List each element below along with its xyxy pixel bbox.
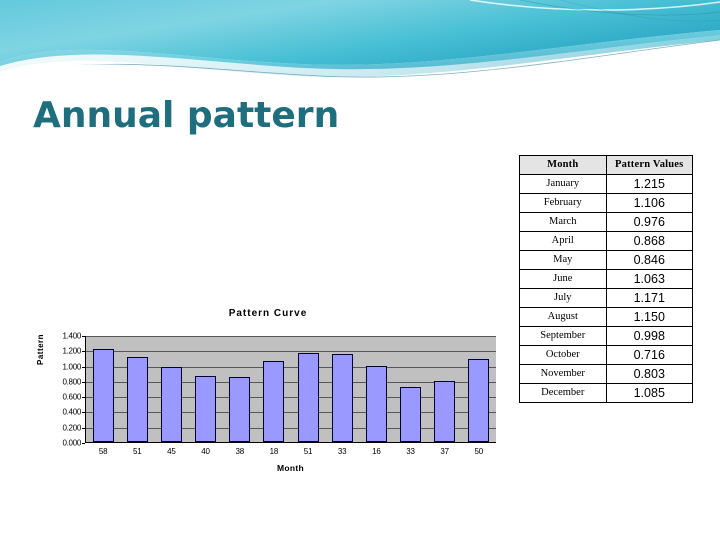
chart-bar	[126, 357, 148, 442]
table-row: August 1.150	[519, 307, 693, 327]
cell-month: June	[519, 269, 607, 289]
table-row: February 1.106	[519, 193, 693, 213]
chart-y-tick-label: 0.000	[62, 438, 81, 448]
chart-x-tick-label: 50	[474, 447, 484, 456]
cell-month: March	[519, 212, 607, 232]
chart-bar	[160, 367, 182, 442]
chart-bar	[434, 380, 456, 442]
cell-pattern-value: 1.106	[605, 193, 693, 213]
table-row: December 1.085	[519, 383, 693, 403]
pattern-curve-chart: Pattern Curve Pattern 1.400 1.200 1.000 0.8…	[30, 303, 506, 488]
column-header-month: Month	[519, 155, 607, 175]
cell-pattern-value: 1.150	[605, 307, 693, 327]
chart-bar	[92, 349, 114, 442]
cell-pattern-value: 0.803	[605, 364, 693, 384]
chart-bar	[331, 354, 353, 442]
table-row: June 1.063	[519, 269, 693, 289]
cell-pattern-value: 0.998	[605, 326, 693, 346]
chart-y-tick-label: 0.200	[62, 423, 81, 433]
cell-pattern-value: 0.868	[605, 231, 693, 251]
cell-month: December	[519, 383, 607, 403]
chart-y-tick-label: 0.600	[62, 392, 81, 402]
chart-y-tick-label: 1.200	[62, 346, 81, 356]
table-row: October 0.716	[519, 345, 693, 365]
cell-pattern-value: 1.063	[605, 269, 693, 289]
cell-month: February	[519, 193, 607, 213]
chart-x-tick-label: 51	[132, 447, 142, 456]
chart-x-tick-label: 40	[201, 447, 210, 456]
table-header-row: Month Pattern Values	[519, 155, 693, 175]
cell-month: November	[519, 364, 607, 384]
chart-y-tick-mark	[82, 412, 85, 414]
cell-pattern-value: 1.171	[605, 288, 693, 308]
cell-month: July	[519, 288, 607, 308]
cell-pattern-value: 1.085	[605, 383, 693, 403]
chart-x-axis-ticks: 58 51 45 40 38 18 51 33 16 33 37 50	[86, 447, 496, 456]
page-title: Annual pattern	[33, 95, 340, 136]
pattern-values-table: Month Pattern Values January 1.215 Februar…	[519, 155, 693, 403]
chart-plot-area: 1.400 1.200 1.000 0.800 0.600 0.400 0.200 0.000	[62, 332, 496, 448]
chart-bar	[297, 352, 319, 442]
cell-month: October	[519, 345, 607, 365]
chart-y-tick-mark	[82, 336, 85, 337]
chart-x-axis-label: Month	[277, 463, 304, 473]
chart-bar	[263, 360, 285, 442]
cell-pattern-value: 0.846	[605, 250, 693, 270]
pattern-values-table-container: Month Pattern Values January 1.215 Februar…	[519, 155, 693, 403]
chart-bars	[86, 336, 496, 442]
chart-x-tick-label: 38	[235, 447, 244, 456]
chart-y-tick-label: 1.400	[62, 331, 81, 341]
chart-x-tick-label: 37	[440, 447, 449, 456]
chart-x-tick-label: 18	[269, 447, 279, 456]
chart-x-tick-label: 16	[372, 447, 381, 456]
chart-title: Pattern Curve	[228, 308, 308, 319]
slide-canvas: Annual pattern Month Pattern Values Janu…	[0, 0, 720, 540]
cell-pattern-value: 1.215	[605, 174, 693, 194]
chart-bar	[195, 375, 217, 442]
cell-month: August	[519, 307, 607, 327]
chart-y-tick-mark	[82, 381, 85, 383]
chart-x-tick-label: 33	[337, 447, 347, 456]
cell-month: April	[519, 231, 607, 251]
cell-month: January	[519, 174, 607, 194]
chart-y-tick-label: 0.400	[62, 407, 81, 417]
chart-y-tick-mark	[82, 366, 85, 368]
chart-x-tick-label: 33	[406, 447, 415, 456]
chart-bar	[468, 359, 490, 442]
table-row: January 1.215	[519, 174, 693, 194]
chart-y-tick-mark	[82, 397, 85, 399]
chart-bar	[365, 365, 387, 442]
chart-x-tick-label: 45	[167, 447, 176, 456]
chart-y-tick-mark	[82, 427, 85, 429]
chart-y-axis-label: Pattern	[36, 333, 45, 365]
table-row: March 0.976	[519, 212, 693, 232]
table-header: Month Pattern Values	[519, 155, 693, 175]
table-row: July 1.171	[519, 288, 693, 308]
chart-y-tick-label: 0.800	[62, 377, 81, 387]
table-body: January 1.215 February 1.106 March 0.976 April…	[519, 174, 693, 403]
table-row: September 0.998	[519, 326, 693, 346]
chart-y-tick-mark	[82, 351, 85, 353]
chart-x-tick-label: 51	[303, 447, 313, 456]
chart-bar	[229, 377, 251, 442]
cell-month: September	[519, 326, 607, 346]
table-row: November 0.803	[519, 364, 693, 384]
cell-month: May	[519, 250, 607, 270]
chart-y-tick-label: 1.000	[62, 362, 81, 372]
cell-pattern-value: 0.716	[605, 345, 693, 365]
table-row: May 0.846	[519, 250, 693, 270]
chart-bar	[399, 387, 421, 442]
chart-x-tick-label: 58	[98, 447, 108, 456]
column-header-pattern-values: Pattern Values	[605, 155, 693, 175]
table-row: April 0.868	[519, 231, 693, 251]
theme-header-decoration	[0, 0, 720, 86]
chart-y-tick-mark	[82, 443, 85, 444]
cell-pattern-value: 0.976	[605, 212, 693, 232]
